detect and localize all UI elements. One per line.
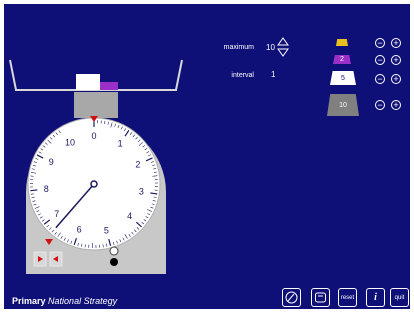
weight-2-minus-button[interactable]: − xyxy=(375,55,385,65)
quit-label: quit xyxy=(394,294,405,301)
brand-strategy: National Strategy xyxy=(48,296,118,306)
dial-label: 6 xyxy=(77,225,82,235)
info-button[interactable]: i xyxy=(366,288,385,307)
scales-workspace: 0 1 2 3 4 5 6 7 8 9 10 maximum 10 interval 1 2 5 1… xyxy=(4,4,410,309)
interval-label: interval xyxy=(231,72,254,79)
brand-footer: Primary National Strategy xyxy=(12,296,117,306)
weighing-scale: 0 1 2 3 4 5 6 7 8 9 10 xyxy=(9,59,183,274)
weight-gold-plus-button[interactable]: + xyxy=(391,38,401,48)
weight-10-minus-button[interactable]: − xyxy=(375,100,385,110)
reset-button[interactable]: reset xyxy=(338,288,357,307)
toggle-hollow-button[interactable] xyxy=(109,246,119,256)
interval-value: 1 xyxy=(271,70,276,79)
needle-hub xyxy=(90,180,98,188)
scale-view-button[interactable] xyxy=(311,288,330,307)
pan-item-purple-block[interactable] xyxy=(100,82,118,90)
pan-item-white-block[interactable] xyxy=(76,74,100,90)
dial-label: 4 xyxy=(127,211,132,221)
dial-label: 5 xyxy=(104,225,109,235)
maximum-up-icon[interactable] xyxy=(277,37,289,46)
dial-view-button[interactable] xyxy=(282,288,301,307)
maximum-label: maximum xyxy=(223,44,254,51)
dial-label: 2 xyxy=(135,159,140,169)
reset-label: reset xyxy=(340,294,355,301)
maximum-stepper[interactable] xyxy=(277,37,289,57)
weight-10-plus-button[interactable]: + xyxy=(391,100,401,110)
scale-icon xyxy=(315,292,326,303)
weight-5-minus-button[interactable]: − xyxy=(375,74,385,84)
weight-2-plus-button[interactable]: + xyxy=(391,55,401,65)
weight-5-plus-button[interactable]: + xyxy=(391,74,401,84)
dial-label: 0 xyxy=(91,131,96,141)
maximum-down-icon[interactable] xyxy=(277,48,289,57)
dial-label: 1 xyxy=(118,139,123,149)
weight-2[interactable]: 2 xyxy=(333,55,351,64)
weight-gold[interactable] xyxy=(336,39,348,46)
brand-primary: Primary xyxy=(12,296,46,306)
maximum-value: 10 xyxy=(266,43,275,52)
info-icon: i xyxy=(374,292,377,303)
dial-label: 3 xyxy=(139,187,144,197)
weight-gold-minus-button[interactable]: − xyxy=(375,38,385,48)
dial-label: 8 xyxy=(44,184,49,194)
dial-tick xyxy=(30,189,38,192)
scale-stem xyxy=(74,92,118,118)
toggle-filled-button[interactable] xyxy=(110,258,118,266)
weight-10[interactable]: 10 xyxy=(327,94,359,116)
dial-icon xyxy=(285,291,298,304)
dial-label: 7 xyxy=(54,209,59,219)
weight-5[interactable]: 5 xyxy=(330,71,356,85)
dial-label: 10 xyxy=(65,137,75,147)
dial-label: 9 xyxy=(49,157,54,167)
quit-button[interactable]: quit xyxy=(390,288,409,307)
